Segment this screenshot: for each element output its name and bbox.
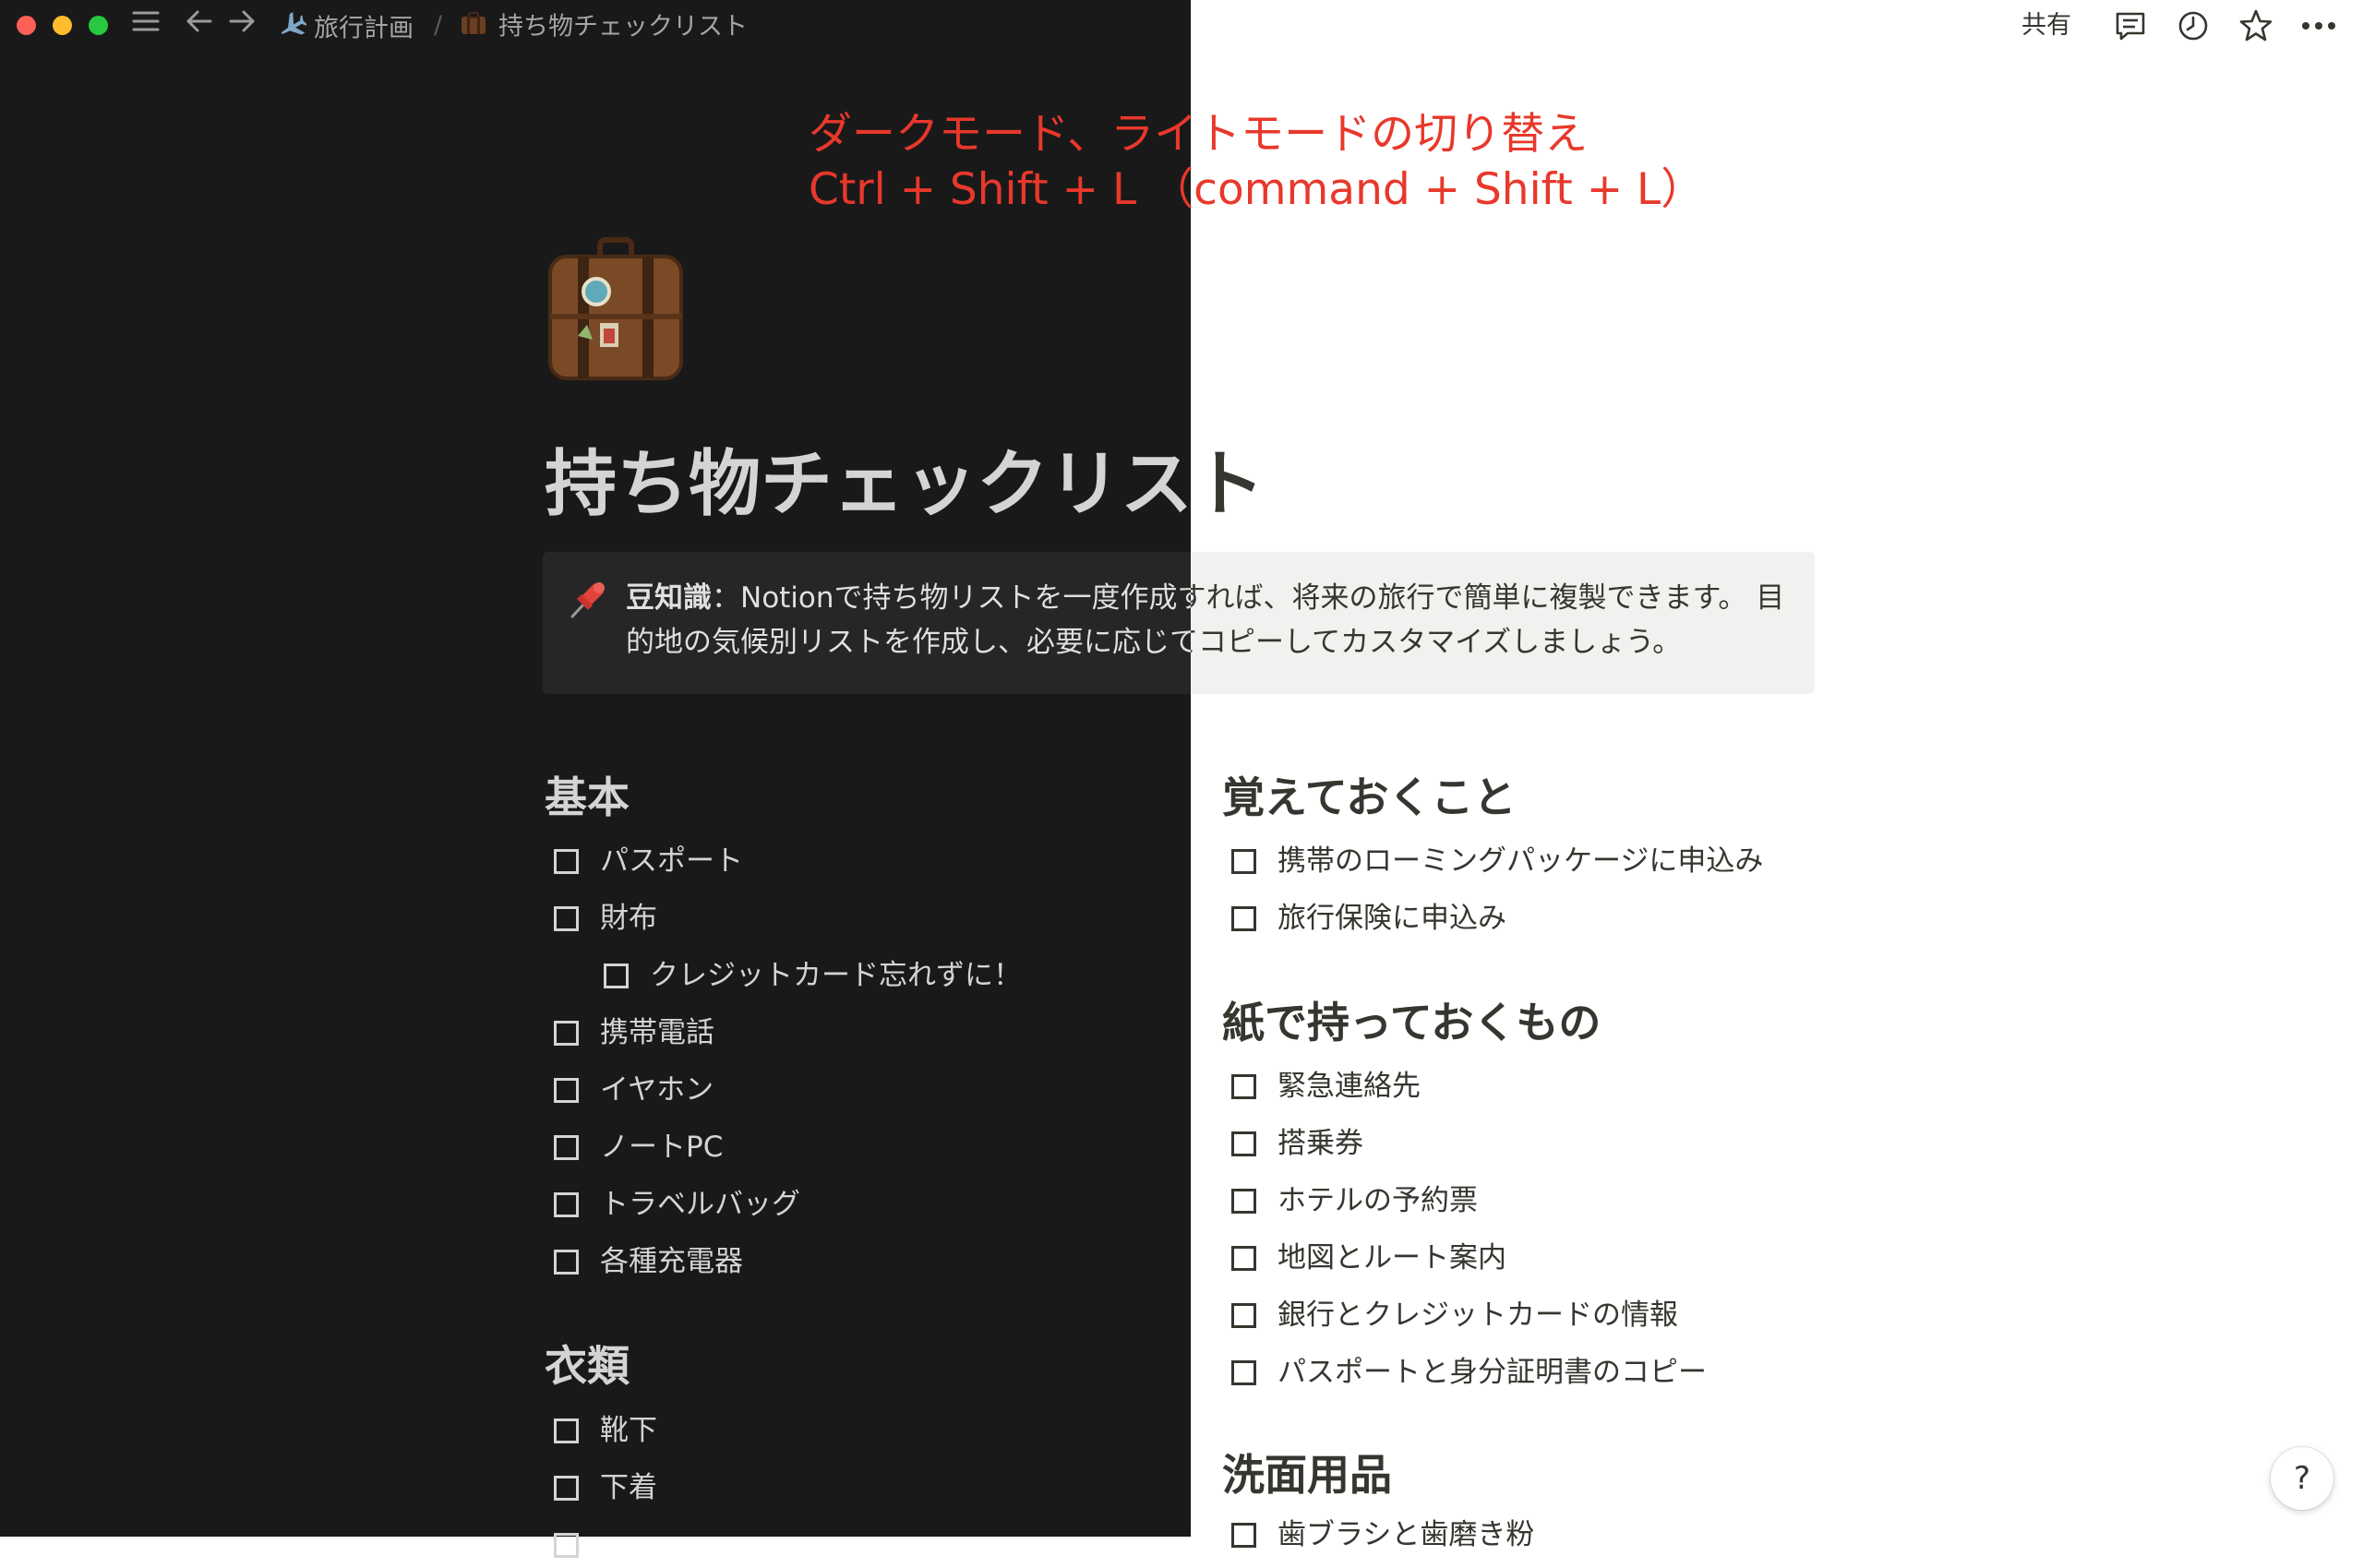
todo-item: 下着 <box>554 1465 657 1511</box>
todo-checkbox[interactable] <box>554 1418 579 1443</box>
help-button[interactable]: ? <box>2271 1447 2333 1510</box>
todo-checkbox[interactable] <box>1231 1522 1256 1548</box>
section-heading-paper-documents[interactable]: 紙で持っておくもの <box>1222 995 1601 1050</box>
more-options-icon[interactable] <box>2298 6 2339 46</box>
section-heading-basics[interactable]: 基本 <box>545 770 630 825</box>
todo-item: 緊急連絡先 <box>1231 1063 1421 1109</box>
share-button[interactable]: 共有 <box>2021 7 2071 44</box>
todo-text[interactable]: イヤホン <box>600 1067 714 1113</box>
todo-checkbox[interactable] <box>554 1077 579 1103</box>
todo-text[interactable]: 靴下 <box>600 1407 657 1454</box>
todo-checkbox[interactable] <box>554 905 579 931</box>
page-title[interactable]: 持ち物チェックリスト <box>545 434 1265 535</box>
todo-item: 靴下 <box>554 1407 657 1454</box>
todo-item: パスポート <box>554 838 743 884</box>
todo-item: 地図とルート案内 <box>1231 1235 1506 1281</box>
todo-text[interactable]: 地図とルート案内 <box>1277 1235 1506 1281</box>
annotation-text: ダークモード、ライトモードの切り替え Ctrl + Shift + L （com… <box>809 107 1704 218</box>
todo-checkbox[interactable] <box>554 1020 579 1046</box>
breadcrumb-current[interactable]: 持ち物チェックリスト <box>460 9 748 42</box>
todo-checkbox[interactable] <box>554 848 579 874</box>
sidebar-toggle-icon[interactable] <box>127 6 164 44</box>
todo-checkbox[interactable] <box>1231 1302 1256 1328</box>
todo-text[interactable]: 搭乗券 <box>1277 1120 1363 1167</box>
todo-item-cutoff <box>554 1522 600 1568</box>
todo-text[interactable]: 歯ブラシと歯磨き粉 <box>1277 1512 1534 1558</box>
callout-text: 豆知識：Notionで持ち物リストを一度作成すれば、将来の旅行で簡単に複製できま… <box>626 576 1798 664</box>
todo-item: 各種充電器 <box>554 1239 743 1285</box>
todo-checkbox[interactable] <box>1231 905 1256 931</box>
breadcrumb-parent[interactable]: 旅行計画 <box>275 9 414 43</box>
todo-checkbox[interactable] <box>554 1249 579 1275</box>
todo-item: 歯ブラシと歯磨き粉 <box>1231 1512 1534 1558</box>
todo-checkbox[interactable] <box>554 1475 579 1501</box>
todo-item: 携帯のローミングパッケージに申込み <box>1231 838 1763 884</box>
todo-item: 搭乗券 <box>1231 1120 1363 1167</box>
todo-item: トラベルバッグ <box>554 1181 800 1227</box>
minimize-window-button[interactable] <box>53 16 72 35</box>
todo-item: イヤホン <box>554 1067 714 1113</box>
todo-text[interactable]: トラベルバッグ <box>600 1181 800 1227</box>
todo-text[interactable]: パスポート <box>600 838 743 884</box>
favorite-star-icon[interactable] <box>2236 6 2276 46</box>
todo-checkbox[interactable] <box>1231 1359 1256 1385</box>
suitcase-icon <box>460 9 487 46</box>
todo-text[interactable]: 財布 <box>600 895 657 941</box>
section-heading-toiletries[interactable]: 洗面用品 <box>1222 1447 1392 1502</box>
annotation-line-1: ダークモード、ライトモードの切り替え <box>809 109 1589 160</box>
close-window-button[interactable] <box>17 16 36 35</box>
todo-text[interactable]: パスポートと身分証明書のコピー <box>1277 1349 1707 1395</box>
dark-mode-half <box>0 0 1191 1537</box>
todo-checkbox[interactable] <box>1231 1245 1256 1271</box>
suitcase-icon[interactable] <box>546 236 685 382</box>
todo-text[interactable]: 旅行保険に申込み <box>1277 895 1506 941</box>
todo-item: ホテルの予約票 <box>1231 1178 1478 1224</box>
callout-body: ：Notionで持ち物リストを一度作成すれば、将来の旅行で簡単に複製できます。 … <box>626 581 1785 659</box>
airplane-icon <box>275 9 308 50</box>
comment-icon[interactable] <box>2110 6 2151 46</box>
forward-arrow-icon[interactable] <box>223 6 260 44</box>
todo-item: ノートPC <box>554 1124 723 1170</box>
section-heading-reminders[interactable]: 覚えておくこと <box>1222 770 1516 825</box>
todo-text[interactable]: ノートPC <box>600 1124 723 1170</box>
breadcrumb-current-label: 持ち物チェックリスト <box>498 12 748 42</box>
todo-checkbox[interactable] <box>1231 1188 1256 1214</box>
history-clock-icon[interactable] <box>2173 6 2213 46</box>
todo-checkbox[interactable] <box>1231 1073 1256 1099</box>
breadcrumb-separator: / <box>434 11 443 40</box>
annotation-line-2: Ctrl + Shift + L （command + Shift + L） <box>809 164 1705 215</box>
todo-item-nested: クレジットカード忘れずに！ <box>604 952 1022 999</box>
todo-text[interactable]: 各種充電器 <box>600 1239 743 1285</box>
todo-text[interactable]: 携帯電話 <box>600 1010 714 1056</box>
pushpin-icon[interactable] <box>565 578 609 622</box>
section-heading-clothing[interactable]: 衣類 <box>545 1338 630 1394</box>
todo-item: 銀行とクレジットカードの情報 <box>1231 1292 1678 1338</box>
todo-checkbox[interactable] <box>1231 1131 1256 1156</box>
maximize-window-button[interactable] <box>89 16 108 35</box>
todo-text[interactable]: ホテルの予約票 <box>1277 1178 1478 1224</box>
back-arrow-icon[interactable] <box>181 6 218 44</box>
todo-text[interactable]: 携帯のローミングパッケージに申込み <box>1277 838 1763 884</box>
todo-checkbox[interactable] <box>554 1191 579 1217</box>
todo-text[interactable]: 下着 <box>600 1465 657 1511</box>
todo-item: 携帯電話 <box>554 1010 714 1056</box>
todo-item: 旅行保険に申込み <box>1231 895 1506 941</box>
tip-callout: 豆知識：Notionで持ち物リストを一度作成すれば、将来の旅行で簡単に複製できま… <box>543 552 1815 694</box>
todo-item: パスポートと身分証明書のコピー <box>1231 1349 1707 1395</box>
todo-item: 財布 <box>554 895 657 941</box>
todo-checkbox[interactable] <box>554 1134 579 1160</box>
breadcrumb-parent-label: 旅行計画 <box>314 14 414 43</box>
todo-text[interactable]: クレジットカード忘れずに！ <box>650 952 1022 999</box>
todo-checkbox[interactable] <box>1231 848 1256 874</box>
todo-text[interactable]: 緊急連絡先 <box>1277 1063 1421 1109</box>
callout-bold-label: 豆知識 <box>626 581 712 615</box>
todo-checkbox[interactable] <box>604 963 629 988</box>
todo-text[interactable]: 銀行とクレジットカードの情報 <box>1277 1292 1678 1338</box>
